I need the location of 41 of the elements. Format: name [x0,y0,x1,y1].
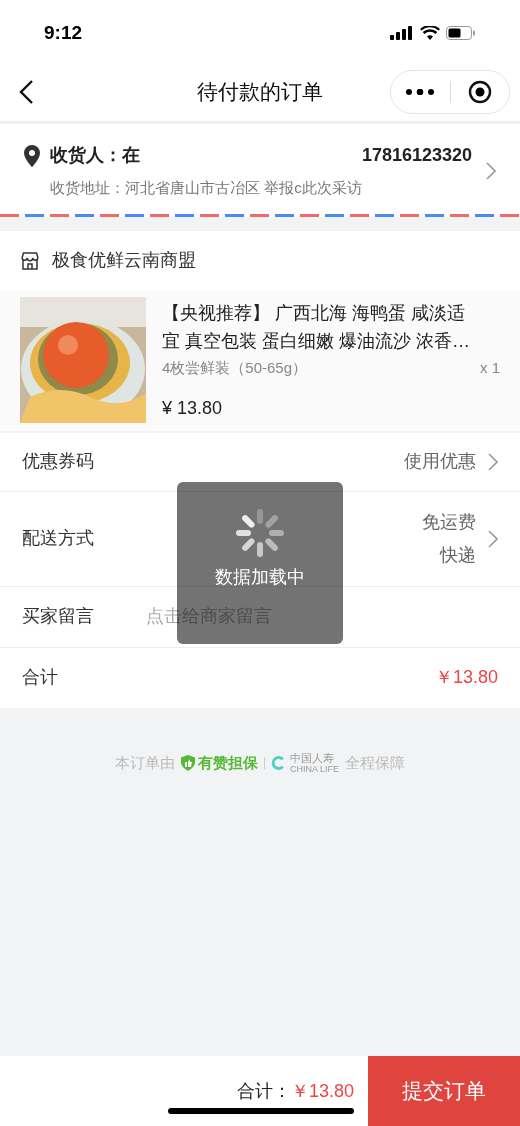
product-quantity: x 1 [480,357,500,378]
shipping-address: 收货地址：河北省唐山市古冶区 举报c此次采访 [50,178,363,198]
footer-total-amount: ￥13.80 [290,1079,354,1103]
submit-order-button[interactable]: 提交订单 [368,1056,520,1126]
location-pin-icon [24,144,40,167]
page-title: 待付款的订单 [197,78,323,105]
partner-logo-text: CHINA LIFE [290,763,339,774]
row-label: 配送方式 [22,527,94,550]
status-time: 9:12 [44,20,83,45]
recipient-phone: 17816123320 [361,144,472,167]
product-title[interactable]: 【央视推荐】 广西北海 海鸭蛋 咸淡适宜 真空包装 蛋白细嫩 爆油流沙 浓香… [162,298,474,355]
store-icon [20,250,40,271]
row-label: 优惠券码 [22,450,94,473]
chevron-right-icon [488,529,498,548]
footer-total-label: 合计： [236,1079,291,1103]
chevron-right-icon [488,452,498,471]
row-label: 买家留言 [22,605,95,628]
wifi-icon [420,26,440,40]
chevron-right-icon [486,161,496,180]
row-label: 合计 [22,666,58,689]
partner-logo-text: 中国人寿 [290,751,335,764]
signal-icon [390,26,414,40]
guarantee-brand: 有赞担保 [198,752,258,773]
battery-icon [446,26,476,40]
guarantee-text: 本订单由 [115,752,175,773]
product-price: ¥ 13.80 [162,397,224,420]
guarantee-text: 全程保障 [345,752,405,773]
product-variant: 4枚尝鲜装（50-65g） [162,357,308,378]
total-amount: ￥13.80 [434,666,498,689]
row-value[interactable]: 快递 [440,541,476,569]
row-value[interactable]: 使用优惠 [404,448,476,475]
more-icon[interactable] [406,88,435,95]
recipient-name: 收货人：在 [50,144,140,167]
back-icon[interactable] [18,78,34,105]
loading-spinner-icon [235,508,285,558]
row-value[interactable]: 免运费 [422,508,476,536]
toast-text: 数据加载中 [215,566,305,588]
close-target-icon[interactable] [467,79,492,104]
store-name[interactable]: 极食优鲜云南商盟 [52,247,196,274]
shield-icon [181,754,195,771]
ring-logo-icon [271,754,287,771]
